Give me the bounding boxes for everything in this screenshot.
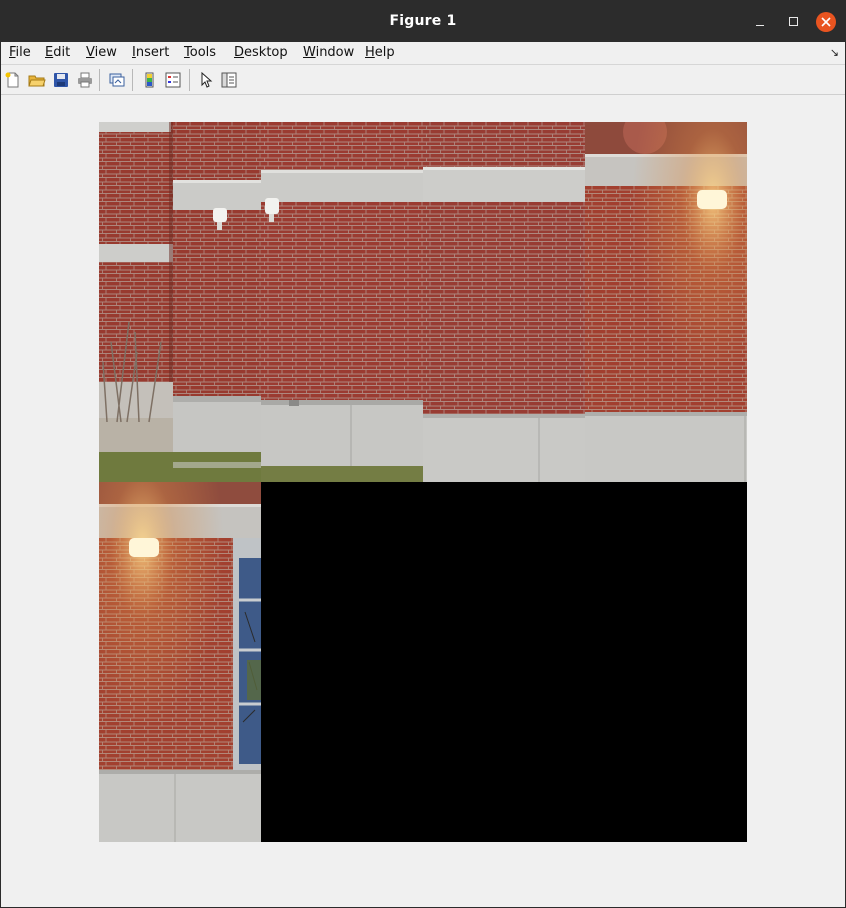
menu-insert[interactable]: Insert [132,45,169,60]
toolbar-separator [132,69,133,91]
edit-plot-icon[interactable] [197,71,215,89]
link-figure-icon[interactable] [108,71,126,89]
window-titlebar[interactable]: Figure 1 [0,0,846,42]
montage-tile-5 [99,482,261,842]
toolbar-separator [189,69,190,91]
toolbar-separator [99,69,100,91]
insert-colorbar-icon[interactable] [141,71,159,89]
menu-window[interactable]: Window [303,45,354,60]
new-figure-icon[interactable] [4,71,22,89]
menu-help[interactable]: Help [365,45,395,60]
open-file-icon[interactable] [28,71,46,89]
menu-bar: File Edit View Insert Tools Desktop Wind… [1,42,845,64]
menu-view[interactable]: View [86,45,117,60]
menu-file[interactable]: File [9,45,31,60]
window-title: Figure 1 [389,13,457,29]
insert-legend-icon[interactable] [164,71,182,89]
property-inspector-icon[interactable] [220,71,238,89]
menu-edit[interactable]: Edit [45,45,70,60]
montage-tile-4 [585,122,747,482]
print-icon[interactable] [76,71,94,89]
figure-toolbar [1,64,845,95]
save-icon[interactable] [52,71,70,89]
figure-canvas[interactable] [1,95,845,907]
minimize-icon[interactable] [752,12,770,30]
montage-tile-2 [261,122,423,482]
toolbar-overflow-icon[interactable]: ↘ [830,46,839,59]
menu-tools[interactable]: Tools [184,45,216,60]
montage-tile-1 [99,122,261,482]
image-montage [99,122,747,842]
menu-desktop[interactable]: Desktop [234,45,288,60]
close-icon[interactable] [816,12,836,32]
maximize-icon[interactable] [785,12,803,30]
montage-tile-3 [423,122,585,482]
